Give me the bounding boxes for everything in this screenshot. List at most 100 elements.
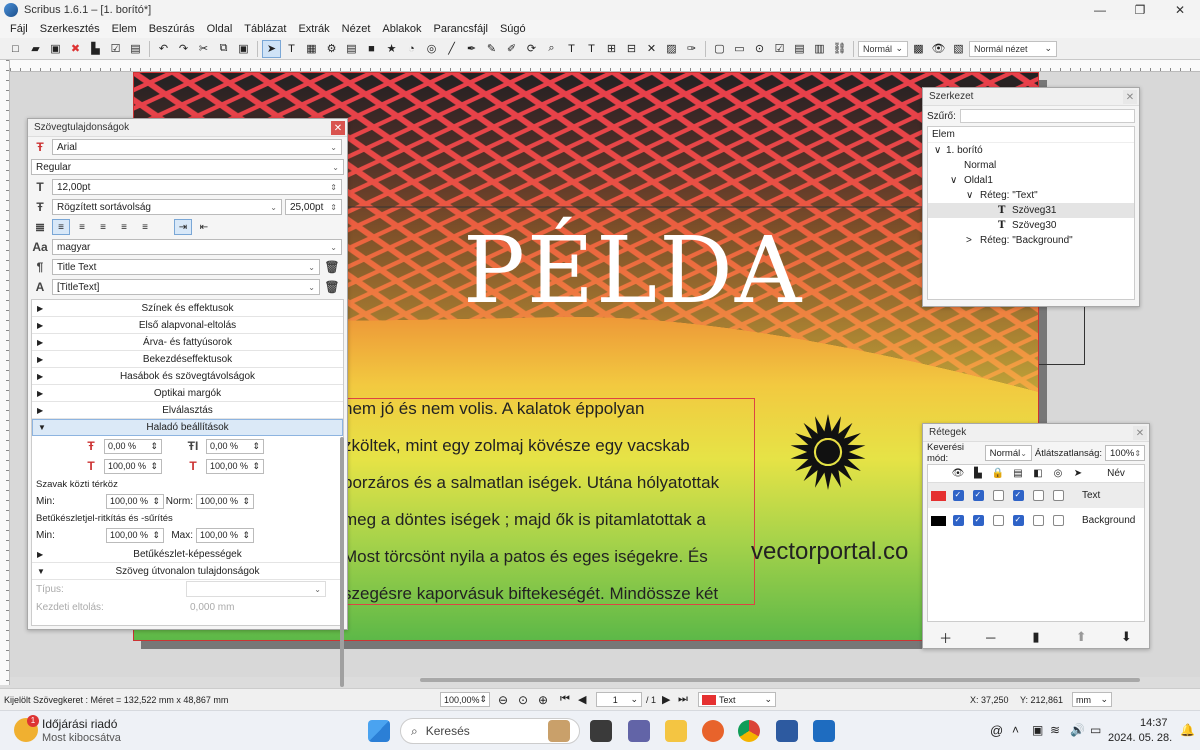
tree-item-text30[interactable]: T Szöveg30: [928, 218, 1134, 233]
layer-row-background[interactable]: Background: [928, 508, 1144, 533]
edit-contents-icon[interactable]: T: [562, 40, 581, 58]
close-button[interactable]: ✕: [1160, 0, 1200, 20]
menu-script[interactable]: Parancsfájl: [428, 23, 494, 35]
align-block-icon[interactable]: ≡: [115, 219, 133, 235]
preview-mode-select[interactable]: Normál ⌄: [858, 40, 908, 57]
clock-time[interactable]: 14:37: [1140, 717, 1168, 729]
tree-item-master[interactable]: Normal: [928, 158, 1134, 173]
pdf-link-annotation-icon[interactable]: ⛓: [830, 40, 849, 58]
glyph-max-field[interactable]: 100,00 % ⇕: [196, 527, 254, 543]
close-icon[interactable]: ✕: [1133, 426, 1147, 440]
zoom-out-icon[interactable]: ⊖: [498, 693, 508, 707]
printable-checkbox[interactable]: [968, 487, 988, 505]
lock-checkbox[interactable]: [988, 512, 1008, 530]
text-flow-checkbox[interactable]: [1008, 487, 1028, 505]
expand-arrow-icon[interactable]: >: [966, 235, 980, 246]
horizontal-scrollbar[interactable]: [420, 678, 1140, 682]
preflight-icon[interactable]: ☑: [106, 40, 125, 58]
paragraph-style-select[interactable]: Title Text ⌄: [52, 259, 320, 275]
selectable-checkbox[interactable]: [1048, 487, 1068, 505]
menu-page[interactable]: Oldal: [201, 23, 239, 35]
copilot-icon[interactable]: @: [990, 723, 1003, 738]
section-first-baseline[interactable]: ▶ Első alapvonal-eltolás: [32, 317, 343, 334]
menu-item[interactable]: Elem: [106, 23, 143, 35]
clock-date[interactable]: 2024. 05. 28.: [1108, 732, 1172, 744]
path-type-select[interactable]: ⌄: [186, 581, 326, 597]
scale-height-field[interactable]: 100,00 % ⇕: [206, 458, 264, 474]
layers-header[interactable]: Rétegek ✕: [923, 424, 1149, 442]
layer-row-text[interactable]: Text: [928, 483, 1144, 508]
language-select[interactable]: magyar ⌄: [52, 239, 342, 255]
menu-edit[interactable]: Szerkesztés: [34, 23, 106, 35]
text-frame-icon[interactable]: T: [282, 40, 301, 58]
panel-scrollbar[interactable]: [340, 437, 344, 687]
align-forced-icon[interactable]: ≡: [136, 219, 154, 235]
menu-table[interactable]: Táblázat: [238, 23, 292, 35]
char-spacing-field[interactable]: 0,00 % ⇕: [206, 438, 264, 454]
render-frame-icon[interactable]: ⚙: [322, 40, 341, 58]
table-icon[interactable]: ▤: [342, 40, 361, 58]
zoom-100-icon[interactable]: ⊙: [518, 693, 528, 707]
view-mode-select[interactable]: Normál nézet ⌄: [969, 40, 1057, 57]
paste-icon[interactable]: ▣: [234, 40, 253, 58]
eyedropper-icon[interactable]: ✑: [682, 40, 701, 58]
lock-checkbox[interactable]: [988, 487, 1008, 505]
menu-view[interactable]: Nézet: [336, 23, 377, 35]
font-family-select[interactable]: Arial ⌄: [52, 139, 342, 155]
bezier-icon[interactable]: ✒: [462, 40, 481, 58]
chevron-up-icon[interactable]: ˄: [1012, 723, 1019, 737]
widgets-icon[interactable]: [548, 720, 570, 742]
outline-checkbox[interactable]: [1028, 512, 1048, 530]
layer-color-swatch[interactable]: [928, 487, 948, 505]
network-icon[interactable]: ▣: [1032, 723, 1043, 737]
layer-name[interactable]: Background: [1082, 515, 1135, 526]
menu-extras[interactable]: Extrák: [292, 23, 335, 35]
calligraphic-icon[interactable]: ✐: [502, 40, 521, 58]
section-font-features[interactable]: ▶ Betűkészlet-képességek: [32, 546, 343, 563]
pdf-pushbutton-icon[interactable]: ▢: [710, 40, 729, 58]
maximize-button[interactable]: ❐: [1120, 0, 1160, 20]
close-icon[interactable]: ✕: [1123, 90, 1137, 104]
glyph-min-field[interactable]: 100,00 % ⇕: [106, 527, 164, 543]
section-optical-margins[interactable]: ▶ Optikai margók: [32, 385, 343, 402]
open-folder-icon[interactable]: ▰: [26, 40, 45, 58]
structure-header[interactable]: Szerkezet ✕: [923, 88, 1139, 106]
font-size-field[interactable]: 12,00pt ⇕: [52, 179, 342, 195]
tree-item-text31[interactable]: T Szöveg31: [928, 203, 1134, 218]
layer-color-swatch[interactable]: [928, 512, 948, 530]
expand-arrow-icon[interactable]: ∨: [966, 190, 980, 201]
scale-width-field[interactable]: 100,00 % ⇕: [104, 458, 162, 474]
firefox-icon[interactable]: [702, 720, 724, 742]
shape-icon[interactable]: ■: [362, 40, 381, 58]
expand-arrow-icon[interactable]: ∨: [934, 145, 946, 156]
text-properties-header[interactable]: Szövegtulajdonságok ✕: [28, 119, 347, 137]
chrome-icon[interactable]: [738, 720, 760, 742]
close-icon[interactable]: ✕: [331, 121, 345, 135]
character-style-select[interactable]: [TitleText] ⌄: [52, 279, 320, 295]
add-layer-icon[interactable]: ＋: [928, 628, 964, 647]
tree-item-document[interactable]: ∨ 1. borító: [928, 143, 1134, 158]
filter-input[interactable]: [959, 109, 1135, 123]
weather-title[interactable]: Időjárási riadó: [42, 717, 117, 731]
line-spacing-mode-select[interactable]: Rögzített sortávolság ⌄: [52, 199, 282, 215]
word-norm-field[interactable]: 100,00 % ⇕: [196, 493, 254, 509]
solitaire-icon[interactable]: [813, 720, 835, 742]
outline-checkbox[interactable]: [1028, 487, 1048, 505]
section-advanced[interactable]: ▼ Haladó beállítások: [32, 419, 343, 436]
undo-icon[interactable]: ↶: [154, 40, 173, 58]
pdf-listbox-icon[interactable]: ▤: [790, 40, 809, 58]
blend-mode-select[interactable]: Normál ⌄: [984, 445, 1032, 461]
tree-item-page[interactable]: ∨ Oldal1: [928, 173, 1134, 188]
printable-checkbox[interactable]: [968, 512, 988, 530]
trash-icon[interactable]: 🗑: [323, 280, 341, 294]
line-icon[interactable]: ╱: [442, 40, 461, 58]
next-page-icon[interactable]: ▶: [662, 693, 670, 706]
font-style-select[interactable]: Regular ⌄: [31, 159, 344, 175]
battery-icon[interactable]: ▭: [1090, 723, 1101, 737]
edit-text-icon[interactable]: T: [582, 40, 601, 58]
align-center-icon[interactable]: ≡: [73, 219, 91, 235]
scribus-taskbar-icon[interactable]: [776, 720, 798, 742]
menu-windows[interactable]: Ablakok: [376, 23, 427, 35]
zoom-in-icon[interactable]: ⊕: [538, 693, 548, 707]
file-explorer-icon[interactable]: [665, 720, 687, 742]
